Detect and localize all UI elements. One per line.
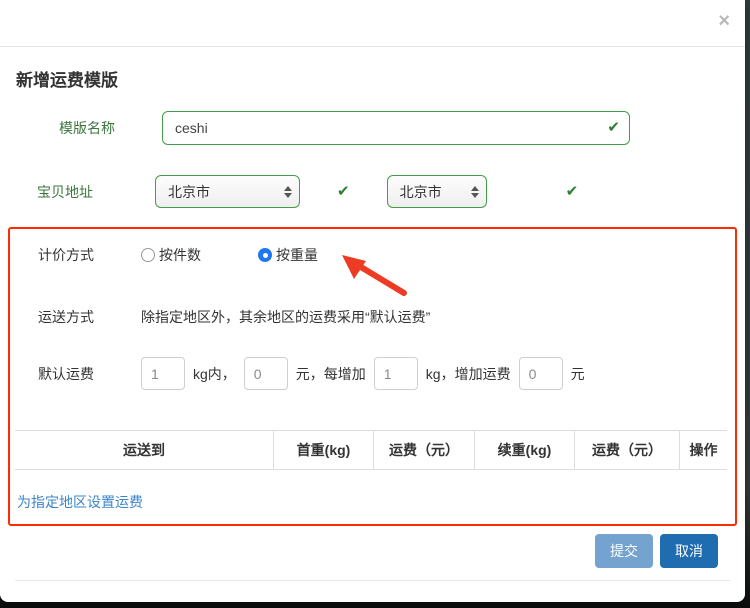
item-address-row: 宝贝地址 北京市 ✔ 北京市 ✔ xyxy=(15,175,730,208)
first-fee-input[interactable] xyxy=(243,357,288,390)
table-header-actions: 操作 xyxy=(679,430,727,470)
radio-by-piece-label: 按件数 xyxy=(159,247,201,263)
radio-unselected-icon xyxy=(141,248,155,262)
default-fee-label: 默认运费 xyxy=(38,365,94,382)
default-fee-sep: kg内， xyxy=(193,365,236,382)
radio-by-weight-label: 按重量 xyxy=(276,247,318,263)
shipping-method-text: 除指定地区外，其余地区的运费采用“默认运费” xyxy=(141,309,431,325)
province-select-value: 北京市 xyxy=(168,183,210,200)
radio-by-piece[interactable]: 按件数 xyxy=(141,245,201,265)
table-header-ship-to: 运送到 xyxy=(15,430,273,470)
city-select[interactable]: 北京市 xyxy=(386,175,487,208)
shipping-method-label: 运送方式 xyxy=(38,309,94,325)
cancel-button[interactable]: 取消 xyxy=(660,534,718,568)
pricing-method-label: 计价方式 xyxy=(38,247,94,263)
table-header-additional-weight: 续重(kg) xyxy=(474,430,574,470)
item-address-label: 宝贝地址 xyxy=(37,183,93,200)
valid-check-icon: ✔ xyxy=(607,119,620,136)
radio-selected-icon xyxy=(258,248,272,262)
default-fee-sep: kg，增加运费 xyxy=(425,365,511,382)
default-fee-row: 默认运费 kg内， 元，每增加 kg，增加运费 元 xyxy=(17,357,728,390)
close-icon[interactable]: × xyxy=(718,11,730,31)
template-name-field-wrap: ✔ xyxy=(162,111,630,145)
dialog-body: 新增运费模版 模版名称 ✔ 宝贝地址 北京市 ✔ 北京市 xyxy=(0,47,745,607)
additional-weight-input[interactable] xyxy=(373,357,418,390)
add-shipping-template-dialog: × 新增运费模版 模版名称 ✔ 宝贝地址 北京市 ✔ 北京市 xyxy=(0,0,745,602)
table-header-first-fee: 运费（元） xyxy=(373,430,474,470)
footer-divider xyxy=(15,580,730,607)
stepper-icon xyxy=(284,185,292,198)
submit-button[interactable]: 提交 xyxy=(595,534,653,568)
province-select[interactable]: 北京市 xyxy=(155,175,300,208)
set-region-fee-link[interactable]: 为指定地区设置运费 xyxy=(17,492,143,512)
template-name-row: 模版名称 ✔ xyxy=(37,111,730,145)
dialog-title: 新增运费模版 xyxy=(16,71,118,90)
highlighted-fee-section: 计价方式 按件数 按重量 运送方式 除指定地区外，其余地区的运费采用“默认运费” xyxy=(8,227,737,526)
additional-fee-input[interactable] xyxy=(518,357,563,390)
shipping-method-row: 运送方式 除指定地区外，其余地区的运费采用“默认运费” xyxy=(17,307,728,327)
table-header-first-weight: 首重(kg) xyxy=(273,430,373,470)
table-header-additional-fee: 运费（元） xyxy=(574,430,679,470)
valid-check-icon: ✔ xyxy=(565,183,579,200)
template-name-label: 模版名称 xyxy=(59,120,115,136)
default-fee-sep: 元，每增加 xyxy=(295,365,366,382)
radio-by-weight[interactable]: 按重量 xyxy=(258,245,318,265)
default-fee-sep: 元 xyxy=(570,365,585,382)
valid-check-icon: ✔ xyxy=(337,183,350,200)
pricing-method-row: 计价方式 按件数 按重量 xyxy=(17,245,728,265)
region-fee-table: 运送到 首重(kg) 运费（元） 续重(kg) 运费（元） 操作 xyxy=(15,430,727,470)
first-weight-input[interactable] xyxy=(141,357,185,390)
stepper-icon xyxy=(470,185,479,198)
city-select-value: 北京市 xyxy=(399,183,442,200)
dialog-actions: 提交 取消 xyxy=(15,534,718,568)
dialog-header: × xyxy=(0,0,745,47)
template-name-input[interactable] xyxy=(162,111,630,145)
